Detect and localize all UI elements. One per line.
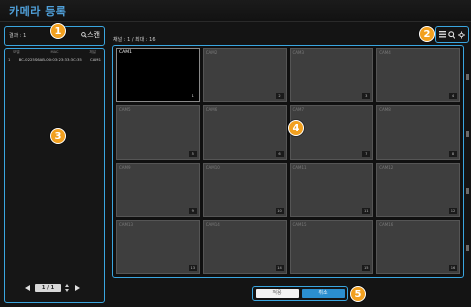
camera-name: CAM8	[379, 107, 391, 113]
camera-number-badge: 8	[449, 150, 457, 157]
camera-number-badge: 9	[188, 207, 197, 214]
window-title: 카메라 등록	[9, 5, 67, 18]
camera-number-badge: 12	[449, 207, 457, 214]
title-bar: 카메라 등록	[0, 0, 471, 22]
camera-cell[interactable]: CAM14 14	[202, 219, 287, 274]
camera-name: CAM12	[379, 164, 394, 170]
list-header: 모델 MAC 채널	[7, 50, 102, 56]
camera-grid: CAM1 1 CAM2 2 CAM3 3 CAM4 4 CAM5 5 CAM6 6 CAM7 7 CAM8 8…	[116, 48, 460, 274]
camera-number-badge: 11	[362, 207, 371, 214]
camera-cell[interactable]: CAM9 9	[116, 162, 200, 217]
camera-number-badge: 10	[275, 207, 284, 214]
scroll-marker	[466, 73, 469, 80]
list-icon	[439, 30, 447, 37]
page-indicator[interactable]: 1 / 1	[35, 284, 61, 292]
row-mac: BC-0225S6AB-00:03:23:33:3C:35	[18, 57, 82, 62]
camera-name: CAM14	[205, 221, 220, 227]
spin-down-icon	[65, 289, 69, 292]
cancel-button[interactable]: 취소	[301, 289, 345, 298]
header-mac: MAC	[50, 50, 59, 54]
chevron-left-icon	[24, 285, 30, 291]
device-list-panel: 모델 MAC 채널 1 BC-0225S6AB-00:03:23:33:3C:3…	[4, 48, 105, 303]
callout-1: 1	[50, 23, 66, 39]
callout-5: 5	[350, 286, 366, 302]
camera-name: CAM6	[205, 107, 218, 113]
camera-number-badge: 5	[188, 150, 197, 157]
camera-name: CAM7	[292, 107, 305, 113]
camera-number-badge: 14	[275, 265, 284, 271]
search-result-count: 결과 : 1	[9, 33, 27, 39]
camera-name: CAM16	[379, 221, 394, 227]
scroll-marker	[466, 130, 469, 137]
camera-cell[interactable]: CAM3 3	[289, 48, 374, 103]
scroll-marker	[466, 244, 469, 251]
camera-cell[interactable]: CAM6 6	[202, 105, 287, 160]
scroll-marker	[466, 187, 469, 194]
camera-cell[interactable]: CAM1 1	[116, 48, 200, 103]
camera-number-badge: 1	[188, 93, 197, 100]
scan-label: 스캔	[87, 31, 100, 39]
camera-name: CAM15	[292, 221, 307, 227]
header-channel: 채널	[89, 50, 96, 54]
apply-button[interactable]: 적용	[255, 289, 299, 298]
gear-icon	[457, 31, 465, 38]
camera-cell[interactable]: CAM8 8	[376, 105, 460, 160]
page-spinner[interactable]	[65, 284, 69, 292]
chevron-right-icon	[74, 285, 80, 291]
camera-name: CAM1	[119, 50, 132, 55]
callout-3: 3	[50, 128, 66, 144]
camera-grid-panel: CAM1 1 CAM2 2 CAM3 3 CAM4 4 CAM5 5 CAM6 6 CAM7 7 CAM8 8…	[112, 45, 464, 278]
camera-number-badge: 2	[275, 93, 284, 100]
grid-side-scrollbar[interactable]	[461, 48, 469, 276]
camera-cell[interactable]: CAM12 12	[376, 162, 460, 217]
camera-number-badge: 6	[275, 150, 284, 157]
camera-name: CAM2	[205, 50, 218, 55]
camera-cell[interactable]: CAM2 2	[202, 48, 287, 103]
prev-page-button[interactable]	[23, 283, 31, 293]
camera-name: CAM9	[119, 164, 131, 170]
row-index: 1	[8, 57, 11, 62]
next-page-button[interactable]	[73, 283, 81, 293]
search-icon	[448, 30, 456, 39]
device-row[interactable]: 1 BC-0225S6AB-00:03:23:33:3C:35 CAM1	[8, 57, 101, 63]
callout-2: 2	[419, 26, 435, 42]
callout-4: 4	[288, 120, 304, 136]
search-tool-button[interactable]	[448, 29, 456, 40]
camera-cell[interactable]: CAM13 13	[116, 219, 200, 274]
grid-toolbar	[435, 26, 469, 43]
camera-number-badge: 15	[362, 265, 371, 271]
settings-button[interactable]	[457, 29, 465, 40]
row-channel: CAM1	[90, 57, 101, 62]
camera-name: CAM4	[379, 50, 391, 55]
pagination: 1 / 1	[23, 283, 89, 293]
camera-number-badge: 13	[188, 265, 197, 271]
header-model: 모델	[13, 50, 20, 54]
camera-cell[interactable]: CAM11 11	[289, 162, 374, 217]
scan-button[interactable]: 스캔	[81, 30, 100, 40]
camera-cell[interactable]: CAM5 5	[116, 105, 200, 160]
camera-name: CAM3	[292, 50, 305, 55]
channel-count-label: 채널 : 1 / 최대 : 16	[113, 37, 156, 43]
camera-registration-window: 카메라 등록 결과 : 1 스캔 1 모델 MAC 채널 1 BC-0225S6…	[0, 0, 471, 307]
spin-up-icon	[65, 284, 69, 287]
list-view-button[interactable]	[439, 29, 447, 40]
camera-name: CAM5	[119, 107, 131, 113]
camera-number-badge: 7	[362, 150, 371, 157]
camera-name: CAM13	[119, 221, 134, 227]
camera-number-badge: 4	[449, 93, 457, 100]
action-buttons: 적용 취소	[252, 286, 348, 301]
camera-number-badge: 16	[449, 265, 457, 271]
camera-cell[interactable]: CAM10 10	[202, 162, 287, 217]
camera-cell[interactable]: CAM15 15	[289, 219, 374, 274]
camera-name: CAM11	[292, 164, 307, 170]
camera-name: CAM10	[205, 164, 220, 170]
camera-cell[interactable]: CAM4 4	[376, 48, 460, 103]
camera-cell[interactable]: CAM16 16	[376, 219, 460, 274]
camera-number-badge: 3	[362, 93, 371, 100]
